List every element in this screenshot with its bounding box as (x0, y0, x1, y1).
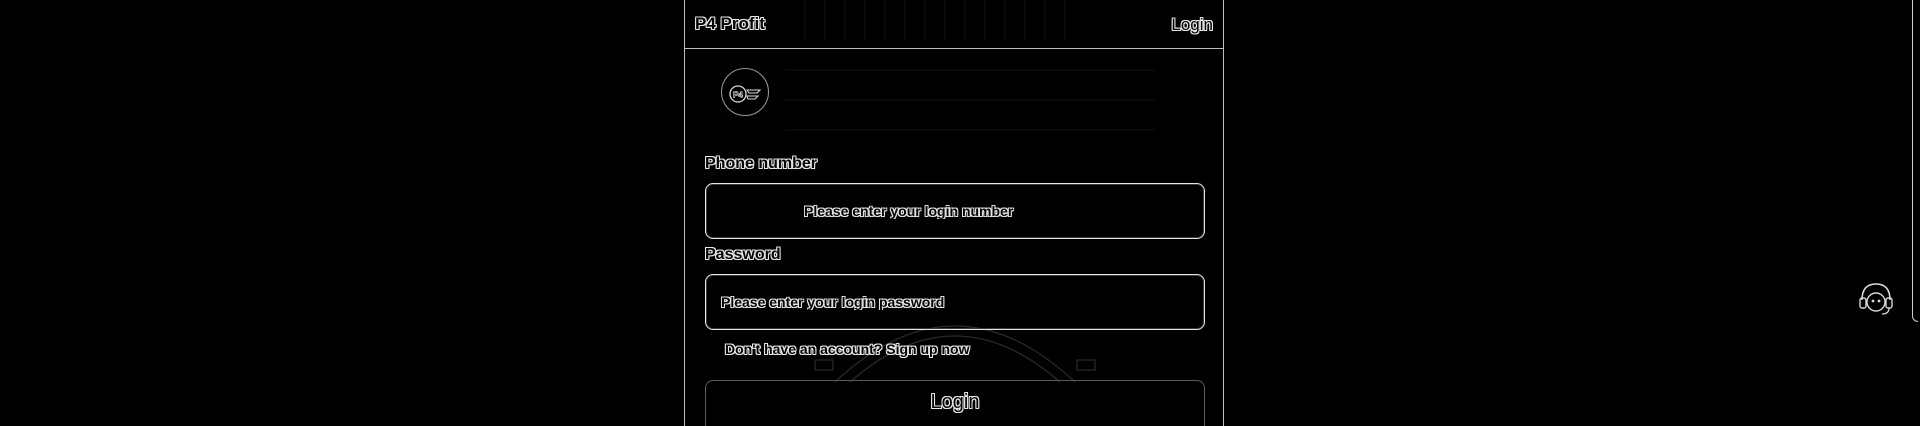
login-button[interactable]: Login (705, 380, 1205, 426)
brand-logo-icon: P4 (729, 85, 762, 103)
top-bar: P4 Profit Login (685, 0, 1223, 49)
signup-prompt-text: Don't have an account? (725, 341, 883, 357)
page-scrollbar[interactable] (1912, 0, 1918, 322)
password-label: Password (705, 246, 781, 263)
login-screen: P4 Profit Login P4 Phone number Password… (684, 0, 1224, 426)
header-login-link[interactable]: Login (1171, 15, 1213, 35)
phone-number-field (705, 183, 1205, 239)
phone-number-label: Phone number (705, 155, 818, 172)
customer-service-icon (1859, 283, 1893, 315)
password-input[interactable] (706, 275, 1204, 329)
password-field (705, 274, 1205, 330)
phone-number-input[interactable] (706, 184, 1204, 238)
login-button-label: Login (930, 390, 980, 413)
customer-service-button[interactable] (1856, 278, 1896, 318)
signup-link[interactable]: Sign up now (886, 341, 969, 357)
svg-text:P4: P4 (733, 91, 743, 100)
app-title: P4 Profit (695, 14, 765, 33)
signup-prompt: Don't have an account? Sign up now (725, 341, 969, 357)
brand-logo: P4 (721, 68, 769, 116)
